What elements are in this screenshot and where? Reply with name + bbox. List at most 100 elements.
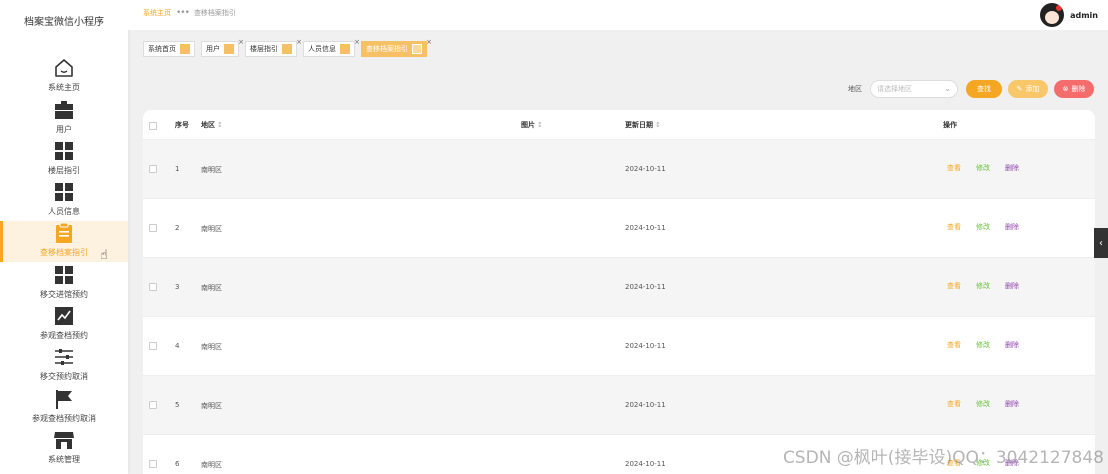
sliders-icon <box>53 346 75 368</box>
tag-floor-guide[interactable]: 楼层指引 × <box>245 38 302 57</box>
region-select[interactable]: 请选择地区 ⌄ <box>870 80 958 98</box>
cell-updated: 2024-10-11 <box>625 401 666 409</box>
row-checkbox[interactable] <box>149 224 157 232</box>
sidebar-item-visit-booking[interactable]: 参观查档预约 <box>0 304 128 345</box>
clipboard-icon <box>53 222 75 244</box>
header-image[interactable]: 图片 ↕ <box>521 120 543 130</box>
sidebar-item-users[interactable]: 用户 <box>0 97 128 138</box>
close-icon[interactable]: × <box>426 38 432 46</box>
header-index: 序号 <box>175 121 189 129</box>
chevron-down-icon: ⌄ <box>944 84 951 93</box>
store-icon <box>53 429 75 451</box>
collapse-toggle-button[interactable]: ‹ <box>1094 228 1108 258</box>
table-row: 2 南明区 2024-10-11 查看 修改 删除 <box>143 199 1095 258</box>
sidebar-item-home[interactable]: 系统主页 <box>0 56 128 97</box>
row-checkbox[interactable] <box>149 401 157 409</box>
select-all-checkbox[interactable] <box>149 122 157 130</box>
tag-square-icon <box>282 44 292 54</box>
header-region[interactable]: 地区 ↕ <box>201 120 223 130</box>
cell-index: 4 <box>175 342 180 350</box>
cell-index: 6 <box>175 460 180 468</box>
delete-row-button[interactable]: 删除 <box>1005 163 1019 173</box>
view-button[interactable]: 查看 <box>947 222 961 232</box>
breadcrumb-current: 查移档案指引 <box>193 9 236 17</box>
user-menu[interactable]: admin <box>1040 3 1098 27</box>
delete-row-button[interactable]: 删除 <box>1005 281 1019 291</box>
add-button[interactable]: ✎ 添加 <box>1008 80 1048 98</box>
delete-circle-icon: ⊗ <box>1062 85 1069 93</box>
cell-region: 南明区 <box>201 225 222 233</box>
sidebar-item-system[interactable]: 系统管理 <box>0 428 128 469</box>
tag-users[interactable]: 用户 × <box>201 38 244 57</box>
home-icon <box>53 57 75 79</box>
row-checkbox[interactable] <box>149 342 157 350</box>
chart-icon <box>53 305 75 327</box>
cell-region: 南明区 <box>201 343 222 351</box>
delete-button[interactable]: ⊗ 删除 <box>1054 80 1094 98</box>
sort-icon: ↕ <box>537 121 543 129</box>
view-button[interactable]: 查看 <box>947 281 961 291</box>
cell-index: 2 <box>175 224 180 232</box>
row-checkbox[interactable] <box>149 460 157 468</box>
tag-label: 查移档案指引 <box>366 45 408 53</box>
delete-row-button[interactable]: 删除 <box>1005 222 1019 232</box>
sidebar-item-visit-cancel[interactable]: 参观查档预约取消 <box>0 386 128 427</box>
sidebar-nav: 系统主页 用户 楼层指引 人员信息 查移档案指引 移交进馆预约 参观查档预约 移… <box>0 56 128 469</box>
hand-cursor-icon: ☝ <box>100 248 108 263</box>
sidebar-item-transfer-booking[interactable]: 移交进馆预约 <box>0 262 128 303</box>
watermark: CSDN @枫叶(接毕设)QQ：3042127848 <box>782 448 1104 468</box>
tags-bar: 系统首页 用户 × 楼层指引 × 人员信息 × 查移档案指引 × <box>143 38 432 57</box>
delete-row-button[interactable]: 删除 <box>1005 340 1019 350</box>
sidebar-item-label: 系统主页 <box>48 83 80 93</box>
sidebar-item-label: 参观查档预约 <box>40 331 88 341</box>
user-name[interactable]: admin <box>1070 11 1098 20</box>
tag-label: 用户 <box>206 45 220 53</box>
sidebar-item-label: 系统管理 <box>48 454 80 464</box>
chevron-left-icon: ‹ <box>1099 237 1103 249</box>
close-icon[interactable]: × <box>354 38 360 46</box>
sidebar-item-archive-guide[interactable]: 查移档案指引 <box>0 221 128 263</box>
tag-archive-guide[interactable]: 查移档案指引 × <box>361 38 432 57</box>
sidebar-item-label: 查移档案指引 <box>40 248 88 258</box>
sidebar-item-label: 用户 <box>56 124 72 134</box>
cell-index: 5 <box>175 401 180 409</box>
tag-home[interactable]: 系统首页 <box>143 41 195 57</box>
sort-icon: ↕ <box>217 121 223 129</box>
tag-personnel[interactable]: 人员信息 × <box>303 38 360 57</box>
avatar[interactable] <box>1040 3 1065 27</box>
filter-bar: 地区 请选择地区 ⌄ 查找 ✎ 添加 ⊗ 删除 <box>848 80 1094 98</box>
tag-label: 楼层指引 <box>250 45 278 53</box>
edit-button[interactable]: 修改 <box>976 163 990 173</box>
view-button[interactable]: 查看 <box>947 399 961 409</box>
row-checkbox[interactable] <box>149 165 157 173</box>
delete-row-button[interactable]: 删除 <box>1005 399 1019 409</box>
view-button[interactable]: 查看 <box>947 340 961 350</box>
close-icon[interactable]: × <box>296 38 302 46</box>
cell-updated: 2024-10-11 <box>625 283 666 291</box>
flag-icon <box>53 388 75 410</box>
sidebar-item-transfer-cancel[interactable]: 移交预约取消 <box>0 345 128 386</box>
header-actions: 操作 <box>943 121 957 129</box>
view-button[interactable]: 查看 <box>947 163 961 173</box>
tag-square-icon <box>180 44 190 54</box>
sidebar-item-personnel[interactable]: 人员信息 <box>0 180 128 221</box>
tag-square-icon <box>224 44 234 54</box>
row-checkbox[interactable] <box>149 283 157 291</box>
tag-label: 系统首页 <box>148 45 176 53</box>
top-bar: 系统主页 ••• 查移档案指引 admin <box>128 0 1108 30</box>
edit-button[interactable]: 修改 <box>976 340 990 350</box>
cell-region: 南明区 <box>201 461 222 469</box>
grid-icon <box>53 140 75 162</box>
search-button[interactable]: 查找 <box>966 80 1002 98</box>
breadcrumb-home[interactable]: 系统主页 <box>143 8 171 18</box>
breadcrumb-separator-icon: ••• <box>176 8 190 18</box>
header-updated[interactable]: 更新日期 ↕ <box>625 120 661 130</box>
edit-button[interactable]: 修改 <box>976 222 990 232</box>
edit-button[interactable]: 修改 <box>976 281 990 291</box>
edit-button[interactable]: 修改 <box>976 399 990 409</box>
sidebar-item-label: 移交预约取消 <box>40 372 88 382</box>
sidebar-item-floor-guide[interactable]: 楼层指引 <box>0 139 128 180</box>
search-button-label: 查找 <box>977 85 991 93</box>
app-title: 档案宝微信小程序 <box>24 17 104 28</box>
close-icon[interactable]: × <box>238 38 244 46</box>
